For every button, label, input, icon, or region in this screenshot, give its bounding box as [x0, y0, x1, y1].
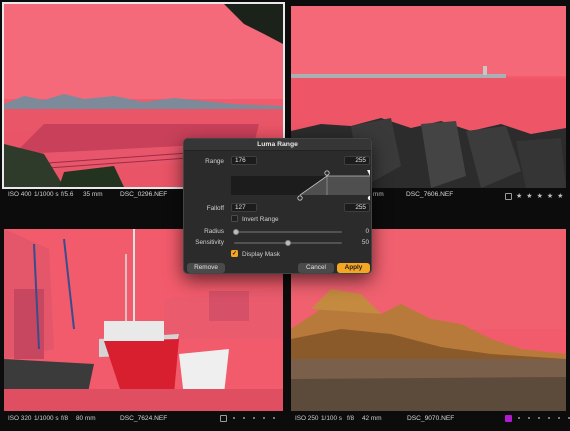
photo-3-filename: DSC_7624.NEF: [120, 415, 168, 422]
photo-4-rating[interactable]: [505, 411, 570, 425]
photo-3-rating[interactable]: [220, 411, 277, 425]
star-icon[interactable]: ★: [537, 193, 543, 200]
rating-dot[interactable]: [528, 417, 530, 419]
shutter-value: 1/100 s: [321, 414, 342, 422]
sensitivity-slider[interactable]: [234, 240, 342, 246]
photo-2-filename: DSC_7606.NEF: [406, 191, 454, 198]
shutter-value: 1/1000 s: [34, 190, 59, 198]
pick-checkbox[interactable]: [505, 192, 512, 200]
iso-value: ISO 400: [8, 190, 32, 198]
falloff-label: Falloff: [206, 205, 224, 212]
display-mask-label[interactable]: Display Mask: [242, 251, 280, 258]
color-label-checkbox[interactable]: [505, 414, 512, 422]
shutter-value: 1/1000 s: [34, 414, 59, 422]
range-label: Range: [205, 158, 224, 165]
star-icon[interactable]: ★: [526, 193, 532, 200]
rating-dot[interactable]: [273, 417, 275, 419]
photo-1-metadata: ISO 400 1/1000 s f/5.6 35 mm: [8, 187, 107, 201]
sensitivity-value[interactable]: 50: [349, 239, 369, 246]
invert-range-label[interactable]: Invert Range: [242, 216, 279, 223]
focal-value: 42 mm: [362, 414, 382, 422]
range-low-handle[interactable]: [324, 170, 330, 176]
sensitivity-label: Sensitivity: [195, 239, 224, 246]
luma-range-dialog: Luma Range Range 176 255 Falloff 127 255…: [183, 138, 373, 274]
focal-value: mm: [373, 190, 384, 198]
photo-2-metadata: mm: [373, 187, 384, 201]
falloff-low-handle[interactable]: [297, 195, 303, 201]
iso-value: ISO 250: [295, 414, 319, 422]
range-high-input[interactable]: 255: [344, 156, 370, 165]
range-low-input[interactable]: 176: [231, 156, 257, 165]
falloff-high-input[interactable]: 255: [344, 203, 370, 212]
cancel-button[interactable]: Cancel: [298, 263, 334, 273]
star-icon[interactable]: ★: [547, 193, 553, 200]
falloff-high-handle[interactable]: [367, 195, 373, 201]
radius-slider[interactable]: [233, 229, 342, 235]
rating-dot[interactable]: [538, 417, 540, 419]
photo-4-filename: DSC_9070.NEF: [407, 415, 455, 422]
iso-value: ISO 320: [8, 414, 32, 422]
aperture-value: f/8: [347, 414, 355, 422]
display-mask-checkbox[interactable]: ✓: [231, 250, 238, 257]
photo-4-metadata: ISO 250 1/100 s f/8 42 mm: [295, 411, 386, 425]
rating-dot[interactable]: [243, 417, 245, 419]
luma-range-graph[interactable]: [231, 170, 373, 201]
star-icon[interactable]: ★: [557, 193, 563, 200]
aperture-value: f/5.6: [61, 190, 74, 198]
invert-range-checkbox[interactable]: [231, 215, 238, 222]
rating-dot[interactable]: [518, 417, 520, 419]
rating-dot[interactable]: [233, 417, 235, 419]
photo-1-filename: DSC_0296.NEF: [120, 191, 168, 198]
range-high-handle[interactable]: [367, 170, 370, 176]
apply-button[interactable]: Apply: [337, 263, 370, 273]
rating-dot[interactable]: [548, 417, 550, 419]
rating-dot[interactable]: [253, 417, 255, 419]
photo-2-rating[interactable]: ★ ★ ★ ★ ★: [505, 189, 563, 203]
radius-slider-knob[interactable]: [233, 229, 239, 235]
remove-button[interactable]: Remove: [187, 263, 225, 273]
focal-value: 80 mm: [76, 414, 96, 422]
falloff-low-input[interactable]: 127: [231, 203, 257, 212]
photo-3-metadata: ISO 320 1/1000 s f/8 80 mm: [8, 411, 100, 425]
radius-label: Radius: [204, 228, 224, 235]
dialog-title: Luma Range: [184, 139, 371, 151]
rating-dot[interactable]: [558, 417, 560, 419]
aperture-value: f/8: [61, 414, 69, 422]
star-icon[interactable]: ★: [516, 193, 522, 200]
rating-dot[interactable]: [263, 417, 265, 419]
pick-checkbox[interactable]: [220, 414, 227, 422]
radius-value[interactable]: 0: [349, 228, 369, 235]
focal-value: 35 mm: [83, 190, 103, 198]
sensitivity-slider-knob[interactable]: [285, 240, 291, 246]
